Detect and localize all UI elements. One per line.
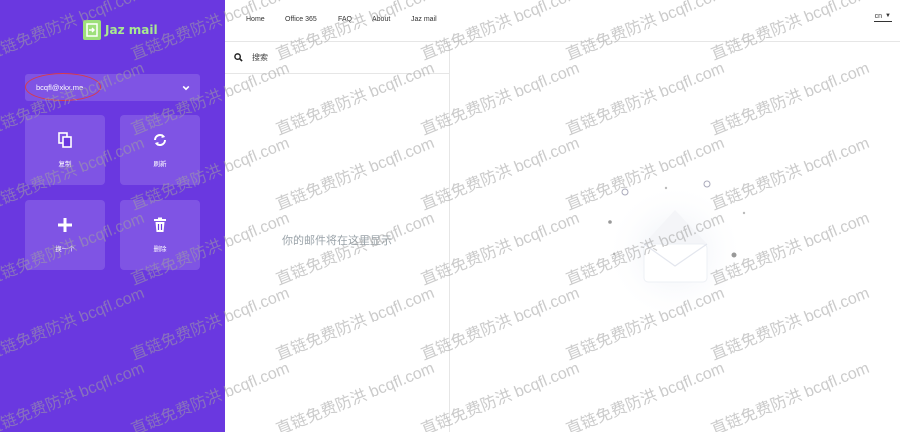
highlight-oval [25, 73, 101, 101]
top-nav: Home Office 365 FAQ About Jaz mail cn ▼ [225, 0, 900, 42]
email-select[interactable]: bcqfl@xkx.me [25, 73, 200, 101]
sidebar: Jaz mail bcqfl@xkx.me 复制 刷新 换一个 删除 [0, 0, 225, 432]
caret-down-icon: ▼ [885, 13, 891, 19]
nav-home[interactable]: Home [246, 16, 265, 23]
empty-mail-message: 你的邮件将在这里显示 [282, 235, 392, 247]
delete-label: 删除 [153, 246, 167, 253]
search-input[interactable]: 搜索 [252, 52, 268, 63]
nav-office365[interactable]: Office 365 [285, 16, 317, 23]
app-name: Jaz mail [105, 23, 158, 37]
trash-icon [152, 217, 168, 233]
chevron-down-icon [182, 85, 190, 90]
nav-faq[interactable]: FAQ [338, 16, 352, 23]
copy-label: 复制 [58, 161, 72, 168]
search-icon [234, 53, 243, 62]
nav-about[interactable]: About [372, 16, 390, 23]
mail-list-panel: 搜索 你的邮件将在这里显示 [225, 42, 450, 432]
logo-icon [83, 20, 101, 40]
new-address-button[interactable]: 换一个 [25, 200, 105, 270]
plus-icon [57, 217, 73, 233]
nav-jazmail[interactable]: Jaz mail [411, 16, 437, 23]
delete-button[interactable]: 删除 [120, 200, 200, 270]
refresh-icon [152, 132, 168, 148]
mail-preview-panel [451, 42, 900, 432]
new-address-label: 换一个 [55, 246, 75, 253]
copy-icon [57, 132, 73, 148]
empty-envelope-illustration [605, 180, 746, 322]
refresh-label: 刷新 [153, 161, 167, 168]
language-value: cn [874, 13, 883, 20]
refresh-button[interactable]: 刷新 [120, 115, 200, 185]
copy-button[interactable]: 复制 [25, 115, 105, 185]
language-select[interactable]: cn ▼ [873, 13, 892, 22]
logo[interactable]: Jaz mail [83, 20, 158, 40]
search-bar[interactable]: 搜索 [225, 42, 449, 74]
